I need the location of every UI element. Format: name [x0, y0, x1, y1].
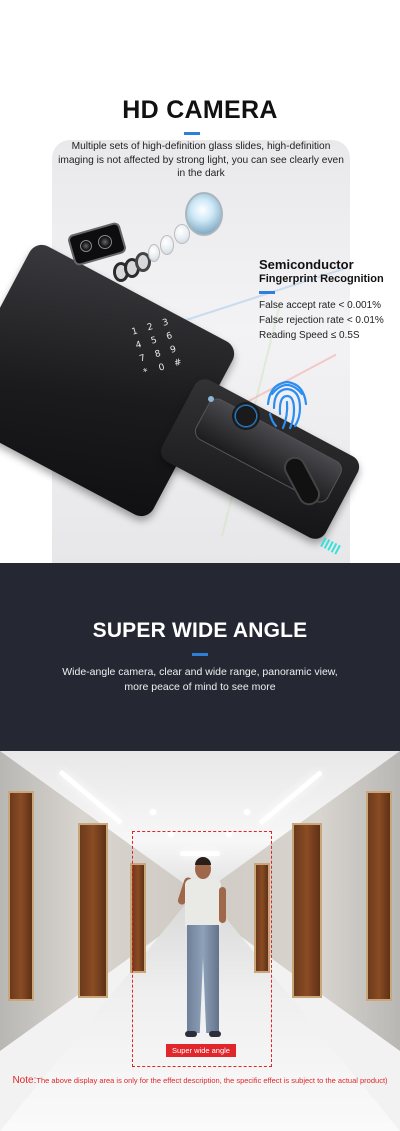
title-accent-bar [184, 132, 200, 135]
glass-slide [160, 235, 174, 255]
fingerprint-icon [266, 380, 308, 430]
disclaimer-note: Note:The above display area is only for … [0, 1075, 400, 1086]
spot-light [244, 809, 250, 815]
note-prefix: Note: [12, 1075, 37, 1086]
keypad-key: 9 [169, 344, 178, 356]
elevator-door [78, 823, 108, 998]
hd-camera-section: HD CAMERA Multiple sets of high-definiti… [0, 0, 400, 563]
camera-lens-icon [98, 235, 112, 249]
spec-false-accept: False accept rate < 0.001% [259, 300, 382, 311]
keypad-key: 3 [161, 317, 170, 329]
elevator-door [366, 791, 392, 1001]
wide-angle-description: Wide-angle camera, clear and wide range,… [62, 666, 338, 693]
keypad-key: * [142, 367, 150, 379]
camera-lens-icon [80, 240, 92, 252]
fingerprint-subtitle: Fingerprint Recognition [259, 273, 384, 285]
elevator-door [292, 823, 322, 998]
keypad-key: 5 [149, 335, 159, 347]
glass-slide [148, 244, 160, 262]
hd-camera-description: Multiple sets of high-definition glass s… [58, 141, 344, 179]
hd-lens-icon [185, 192, 223, 236]
keypad-key: # [173, 357, 184, 370]
elevator-door [8, 791, 34, 1001]
spot-light [150, 809, 156, 815]
wide-angle-label: Super wide angle [166, 1044, 236, 1057]
super-wide-angle-section: SUPER WIDE ANGLE Wide-angle camera, clea… [0, 563, 400, 751]
keypad-key: 0 [157, 362, 166, 374]
fingerprint-sensor [232, 402, 260, 430]
hd-camera-title: HD CAMERA [122, 96, 278, 124]
title-accent-bar [192, 653, 208, 656]
keypad-key: 7 [138, 353, 147, 365]
spec-reading-speed: Reading Speed ≤ 0.5S [259, 330, 360, 341]
spec-false-rejection: False rejection rate < 0.01% [259, 315, 384, 326]
keypad-key: 6 [165, 331, 174, 343]
wide-angle-title: SUPER WIDE ANGLE [92, 619, 308, 642]
wide-angle-frame [132, 831, 272, 1067]
keypad-key: 2 [146, 322, 155, 334]
corridor-photo: Super wide angle Note:The above display … [0, 751, 400, 1131]
keypad-key: 1 [130, 326, 139, 338]
status-indicator-light [208, 396, 214, 402]
fingerprint-spec-block: Semiconductor Fingerprint Recognition Fa… [259, 257, 399, 343]
keypad-key: 8 [153, 348, 163, 361]
keypad-key: 4 [134, 339, 143, 352]
fingerprint-title: Semiconductor [259, 257, 354, 272]
title-accent-bar [259, 291, 275, 294]
glass-slide [174, 224, 190, 244]
note-text: The above display area is only for the e… [36, 1076, 388, 1085]
